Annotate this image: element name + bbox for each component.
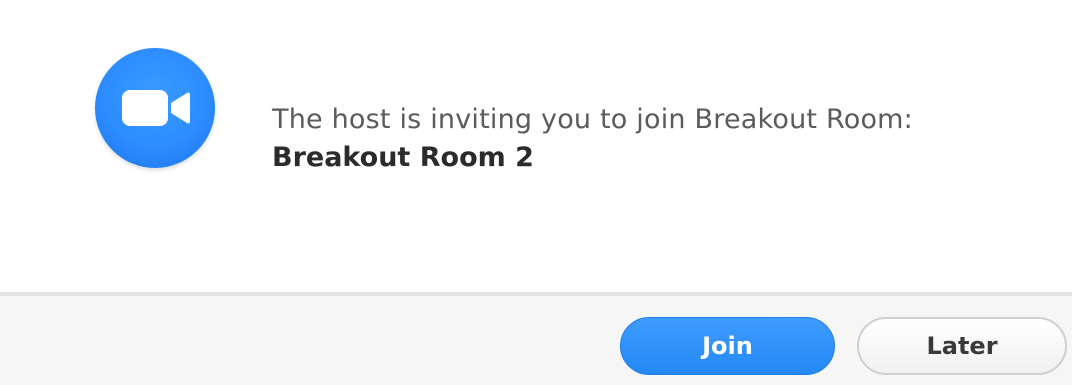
- room-name: Breakout Room 2: [272, 142, 534, 173]
- zoom-video-camera-icon: [95, 48, 215, 168]
- invite-message: The host is inviting you to join Breakou…: [272, 100, 1032, 176]
- dialog-footer: Join Later: [0, 292, 1072, 385]
- dialog-body: The host is inviting you to join Breakou…: [0, 0, 1072, 292]
- invite-text: The host is inviting you to join Breakou…: [272, 104, 913, 135]
- breakout-room-invite-dialog: The host is inviting you to join Breakou…: [0, 0, 1072, 385]
- join-button[interactable]: Join: [620, 317, 835, 375]
- later-button[interactable]: Later: [857, 317, 1067, 375]
